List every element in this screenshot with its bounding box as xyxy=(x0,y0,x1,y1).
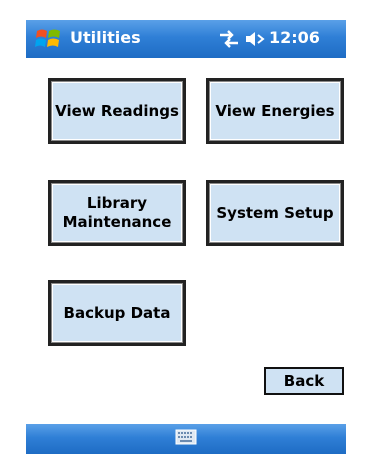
view-energies-button[interactable]: View Energies xyxy=(206,78,344,144)
windows-flag-icon[interactable] xyxy=(34,25,62,53)
utilities-panel: View Readings View Energies Library Main… xyxy=(26,58,346,424)
back-button[interactable]: Back xyxy=(264,367,344,395)
backup-data-label: Backup Data xyxy=(63,303,171,322)
library-maintenance-button[interactable]: Library Maintenance xyxy=(48,180,186,246)
bottom-menu-bar xyxy=(26,424,346,454)
title-bar: Utilities 12:06 xyxy=(26,20,346,58)
library-maintenance-label: Library Maintenance xyxy=(62,194,172,231)
left-margin xyxy=(0,0,26,454)
right-margin xyxy=(346,0,366,454)
clock[interactable]: 12:06 xyxy=(269,28,320,47)
device-screen: Utilities 12:06 View Readings View Energ… xyxy=(0,0,366,454)
system-setup-button[interactable]: System Setup xyxy=(206,180,344,246)
speaker-volume-icon[interactable] xyxy=(244,30,266,48)
app-title: Utilities xyxy=(70,28,141,47)
sync-arrows-icon[interactable] xyxy=(218,30,240,48)
view-readings-button[interactable]: View Readings xyxy=(48,78,186,144)
back-label: Back xyxy=(283,372,325,390)
system-setup-label: System Setup xyxy=(216,203,334,222)
view-readings-label: View Readings xyxy=(55,101,179,120)
backup-data-button[interactable]: Backup Data xyxy=(48,280,186,346)
keyboard-icon[interactable] xyxy=(175,429,197,445)
view-energies-label: View Energies xyxy=(215,101,335,120)
